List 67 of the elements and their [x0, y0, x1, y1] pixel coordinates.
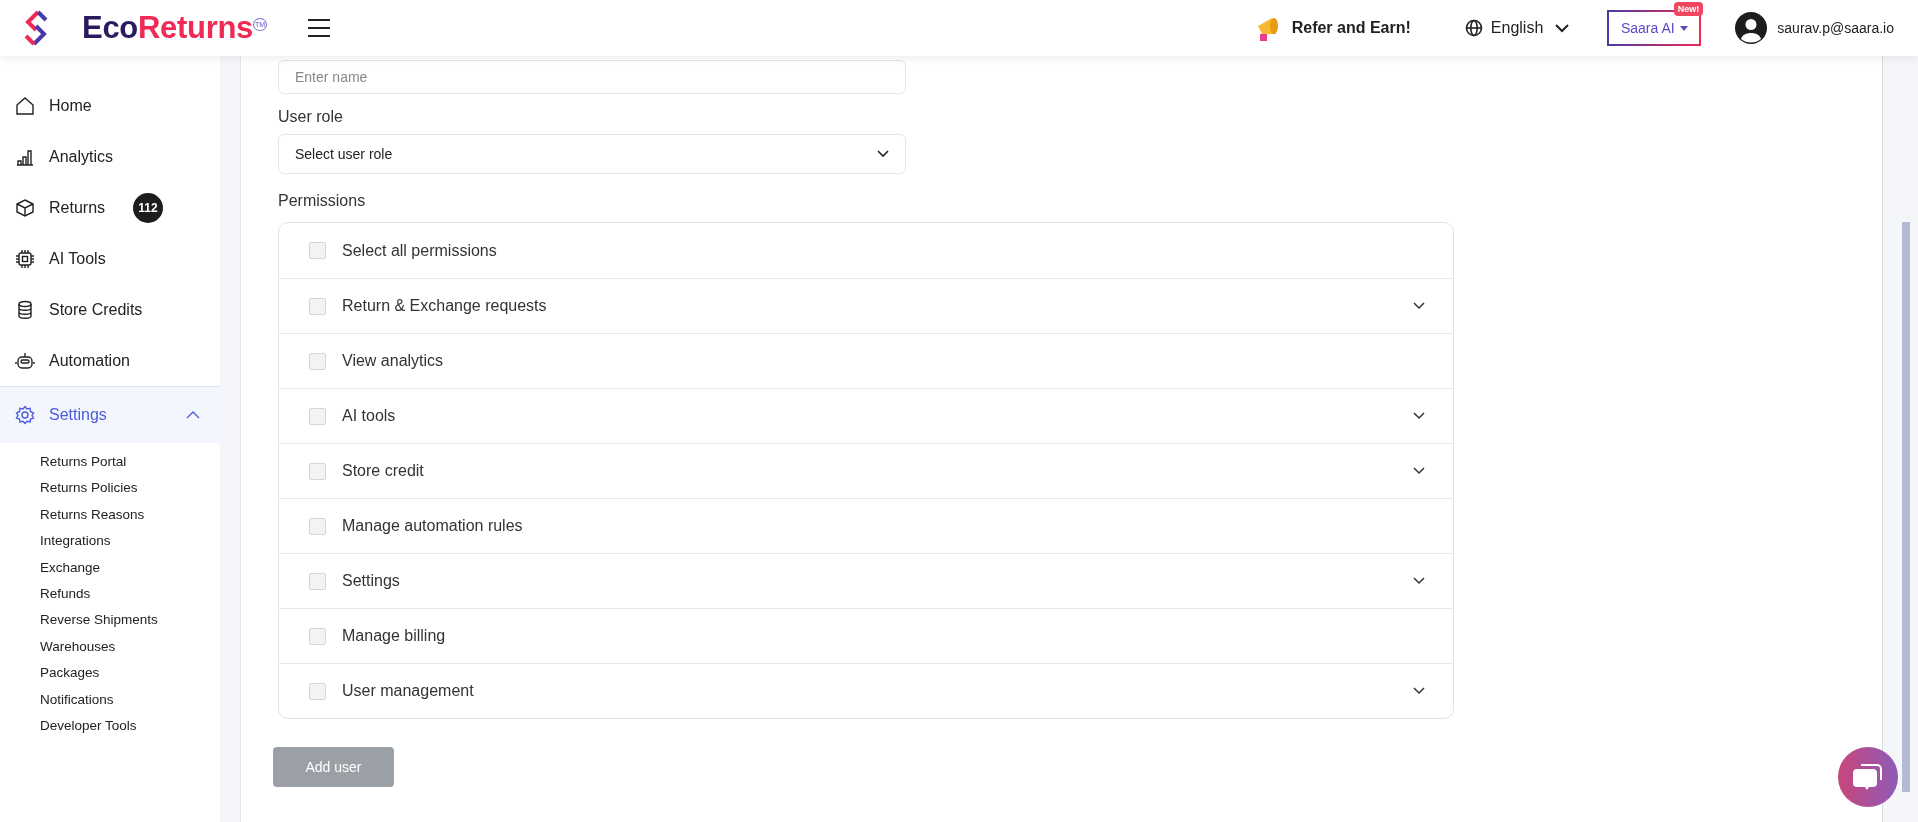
permission-label: User management [342, 682, 474, 700]
database-icon [15, 299, 35, 320]
field-label: User role [278, 108, 343, 126]
language-selector[interactable]: English [1490, 19, 1544, 37]
permission-label: AI tools [342, 407, 396, 425]
submenu-item[interactable]: Integrations [40, 528, 111, 555]
submenu-item[interactable]: Notifications [40, 686, 114, 714]
checkbox[interactable] [309, 242, 326, 259]
sidebar-item[interactable]: Returns 112 [0, 182, 220, 233]
checkbox[interactable] [309, 517, 326, 535]
chevron-up-icon[interactable] [186, 411, 200, 419]
chevron-down-icon[interactable] [1413, 687, 1425, 695]
home-icon [15, 95, 35, 116]
permission-label: Select all permissions [342, 241, 497, 260]
logo-icon [22, 10, 50, 46]
robot-icon [15, 350, 35, 371]
chevron-down-icon[interactable] [1413, 302, 1425, 310]
submenu-item[interactable]: Exchange [40, 554, 101, 582]
chat-button[interactable] [1837, 746, 1899, 808]
checkbox[interactable] [309, 462, 326, 480]
chip-icon [15, 248, 35, 269]
count-badge: 112 [133, 192, 164, 223]
sidebar-item[interactable]: Settings [0, 386, 220, 443]
permission-label: View analytics [342, 352, 444, 370]
submenu-item[interactable]: Refunds [40, 581, 91, 608]
permission-label: Manage billing [342, 627, 446, 645]
checkbox[interactable] [309, 572, 326, 590]
permission-label: Return & Exchange requests [342, 297, 547, 315]
checkbox[interactable] [309, 407, 326, 425]
chevron-down-icon[interactable] [1555, 23, 1570, 33]
sidebar-item[interactable]: Analytics [0, 131, 220, 182]
submenu-item[interactable]: Packages [40, 660, 100, 687]
checkbox[interactable] [309, 682, 326, 700]
permission-label: Manage automation rules [342, 517, 523, 535]
role-select[interactable]: Select user role [278, 134, 906, 174]
settings-icon [15, 405, 35, 425]
globe-icon[interactable] [1464, 19, 1483, 37]
brand-logo: EcoReturns [82, 10, 253, 46]
caret-icon [1679, 25, 1688, 31]
sidebar-item[interactable]: Home [0, 80, 220, 131]
checkbox[interactable] [309, 627, 326, 645]
avatar-icon[interactable] [1735, 12, 1768, 44]
box-icon [15, 197, 35, 218]
chevron-down-icon[interactable] [877, 150, 889, 158]
submenu-item[interactable]: Returns Policies [40, 475, 138, 502]
checkbox[interactable] [309, 297, 326, 315]
name-field[interactable]: Enter name [278, 60, 906, 94]
section-label: Permissions [278, 192, 366, 210]
submenu-item[interactable]: Developer Tools [40, 713, 137, 740]
permission-label: Settings [342, 572, 400, 590]
submenu-item[interactable]: Returns Portal [40, 449, 127, 476]
permission-label: Store credit [342, 462, 424, 480]
sidebar-item[interactable]: Automation [0, 335, 220, 386]
chevron-down-icon[interactable] [1413, 412, 1425, 420]
new-badge: New! [1673, 2, 1704, 16]
scrollbar[interactable] [1902, 222, 1910, 792]
chevron-down-icon[interactable] [1413, 577, 1425, 585]
refer-link[interactable]: Refer and Earn! [1291, 19, 1411, 37]
chevron-down-icon[interactable] [1413, 467, 1425, 475]
submenu-item[interactable]: Warehouses [40, 633, 116, 661]
submenu-item[interactable]: Returns Reasons [40, 501, 145, 529]
checkbox[interactable] [309, 352, 326, 370]
menu-icon[interactable] [307, 19, 332, 37]
submenu-item[interactable]: Reverse Shipments [40, 607, 158, 634]
sidebar-item[interactable]: AI Tools [0, 233, 220, 284]
user-email: saurav.p@saara.io [1777, 20, 1894, 36]
sidebar-item[interactable]: Store Credits [0, 284, 220, 335]
